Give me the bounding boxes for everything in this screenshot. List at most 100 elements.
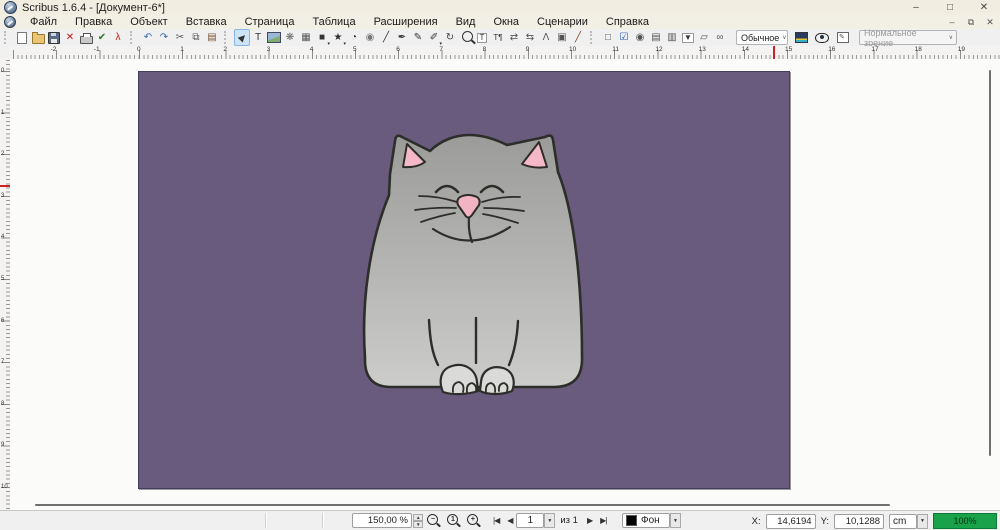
edit-text-story-editor-button[interactable]: T¶ xyxy=(490,29,506,46)
insert-table-button[interactable]: ▦ xyxy=(298,29,314,46)
pdf-combo-box-button[interactable]: ▼ xyxy=(680,29,696,46)
edit-in-preview-icon xyxy=(837,32,849,43)
h-ruler-number: 9 xyxy=(526,46,530,53)
vertical-scrollbar[interactable] xyxy=(989,70,991,456)
zoom-tool-icon xyxy=(462,31,473,42)
zoom-out-button[interactable]: − xyxy=(426,513,443,528)
menu-объект[interactable]: Объект xyxy=(121,16,176,28)
page-count-label: из 1 xyxy=(555,515,583,526)
zoom-spin-up-button[interactable]: ▲ xyxy=(413,514,423,521)
menu-сценарии[interactable]: Сценарии xyxy=(528,16,597,28)
vision-defect-select[interactable]: Нормальное зрение ∨ xyxy=(859,30,957,45)
horizontal-scrollbar[interactable] xyxy=(35,504,890,506)
pdf-radio-button-button[interactable]: ◉ xyxy=(632,29,648,46)
pdf-check-box-button[interactable]: ☑ xyxy=(616,29,632,46)
mdi-close-button[interactable]: ✕ xyxy=(984,17,996,28)
toolbar-handle-tools[interactable] xyxy=(224,31,231,44)
menu-вставка[interactable]: Вставка xyxy=(177,16,236,28)
save-document-icon xyxy=(48,32,60,44)
new-document-button[interactable] xyxy=(14,29,30,46)
redo-button[interactable]: ↷ xyxy=(156,29,172,46)
next-page-button[interactable]: ▶ xyxy=(583,513,596,528)
horizontal-ruler[interactable]: -2-1012345678910111213141516171819 xyxy=(10,46,1000,60)
redo-icon: ↷ xyxy=(160,33,168,43)
preflight-verifier-button[interactable]: ✔ xyxy=(94,29,110,46)
insert-shape-button[interactable]: ■▾ xyxy=(314,29,330,46)
rotate-item-button[interactable]: ↻ xyxy=(442,29,458,46)
zoom-controls: 150,00 % ▲ ▼ − 1 + xyxy=(352,513,483,528)
menu-вид[interactable]: Вид xyxy=(447,16,485,28)
select-item-button[interactable]: ▶ xyxy=(234,29,250,46)
insert-arc-button[interactable]: ◔ xyxy=(346,29,362,46)
layer-selector[interactable]: Фон ▼ xyxy=(622,513,681,528)
zoom-tool-button[interactable] xyxy=(458,29,474,46)
insert-bezier-curve-button[interactable]: ✒ xyxy=(394,29,410,46)
close-button[interactable]: ✕ xyxy=(974,2,994,13)
page-number-input[interactable]: 1 xyxy=(516,513,544,528)
insert-text-frame-button[interactable]: T xyxy=(250,29,266,46)
eye-dropper-button[interactable]: ╱ xyxy=(570,29,586,46)
unit-dropdown-button[interactable]: ▼ xyxy=(917,514,928,529)
color-management-button[interactable] xyxy=(793,29,809,46)
layer-combo[interactable]: Фон xyxy=(622,513,670,528)
chevron-down-icon: ∨ xyxy=(779,34,789,41)
insert-freehand-line-button[interactable]: ✎ xyxy=(410,29,426,46)
page-number-dropdown[interactable]: ▼ xyxy=(544,513,555,528)
previous-page-button[interactable]: ◀ xyxy=(503,513,516,528)
menu-справка[interactable]: Справка xyxy=(597,16,658,28)
document-canvas[interactable] xyxy=(10,59,1000,511)
unlink-text-frames-button[interactable]: ⇆ xyxy=(522,29,538,46)
copy-item-properties-button[interactable]: ▣ xyxy=(554,29,570,46)
zoom-100-button[interactable]: 1 xyxy=(446,513,463,528)
open-document-button[interactable] xyxy=(30,29,46,46)
insert-render-frame-button[interactable]: ❋ xyxy=(282,29,298,46)
menu-окна[interactable]: Окна xyxy=(484,16,528,28)
toolbar-handle-edit[interactable] xyxy=(130,31,137,44)
menu-расширения[interactable]: Расширения xyxy=(365,16,447,28)
pdf-annotation-button[interactable]: ▱ xyxy=(696,29,712,46)
cut-button[interactable]: ✂ xyxy=(172,29,188,46)
zoom-spin-down-button[interactable]: ▼ xyxy=(413,521,423,528)
menu-файл[interactable]: Файл xyxy=(21,16,66,28)
print-document-button[interactable] xyxy=(78,29,94,46)
pdf-text-field-button[interactable]: ▤ xyxy=(648,29,664,46)
image-preview-quality-select[interactable]: Обычное ∨ xyxy=(736,30,788,45)
insert-polygon-button[interactable]: ★▾ xyxy=(330,29,346,46)
h-ruler-number: 16 xyxy=(828,46,835,53)
edit-in-preview-button[interactable] xyxy=(835,29,851,46)
last-page-button[interactable]: ▶| xyxy=(596,513,610,528)
first-page-button[interactable]: |◀ xyxy=(489,513,503,528)
copy-button[interactable]: ⧉ xyxy=(188,29,204,46)
unit-selector[interactable]: cm ▼ xyxy=(889,514,928,529)
pdf-list-box-button[interactable]: ▥ xyxy=(664,29,680,46)
edit-contents-button[interactable]: T xyxy=(474,29,490,46)
insert-spiral-button[interactable]: ◉ xyxy=(362,29,378,46)
menu-страница[interactable]: Страница xyxy=(236,16,304,28)
menu-правка[interactable]: Правка xyxy=(66,16,121,28)
pdf-link-annotation-button[interactable]: ∞ xyxy=(712,29,728,46)
toolbar-handle-file[interactable] xyxy=(4,31,11,44)
paste-button[interactable]: ▤ xyxy=(204,29,220,46)
undo-button[interactable]: ↶ xyxy=(140,29,156,46)
insert-line-button[interactable]: ╱ xyxy=(378,29,394,46)
layer-dropdown-button[interactable]: ▼ xyxy=(670,513,681,528)
measurements-button[interactable]: Λ xyxy=(538,29,554,46)
link-text-frames-button[interactable]: ⇄ xyxy=(506,29,522,46)
new-document-icon xyxy=(17,32,27,44)
save-document-button[interactable] xyxy=(46,29,62,46)
zoom-level-input[interactable]: 150,00 % xyxy=(352,513,412,528)
menu-таблица[interactable]: Таблица xyxy=(303,16,364,28)
mdi-restore-button[interactable]: ⧉ xyxy=(965,17,977,28)
zoom-in-button[interactable]: + xyxy=(466,513,483,528)
insert-image-frame-button[interactable] xyxy=(266,29,282,46)
page[interactable] xyxy=(138,71,790,489)
close-document-button[interactable]: ✕ xyxy=(62,29,78,46)
toolbar-handle-pdf-tools[interactable] xyxy=(590,31,597,44)
mdi-minimize-button[interactable]: – xyxy=(946,17,958,28)
minimize-button[interactable]: – xyxy=(906,2,926,13)
maximize-button[interactable]: □ xyxy=(940,2,960,13)
preview-mode-button[interactable] xyxy=(814,29,830,46)
insert-calligraphic-line-button[interactable]: ✐▾ xyxy=(426,29,442,46)
pdf-push-button-button[interactable]: □ xyxy=(600,29,616,46)
export-pdf-button[interactable]: λ xyxy=(110,29,126,46)
